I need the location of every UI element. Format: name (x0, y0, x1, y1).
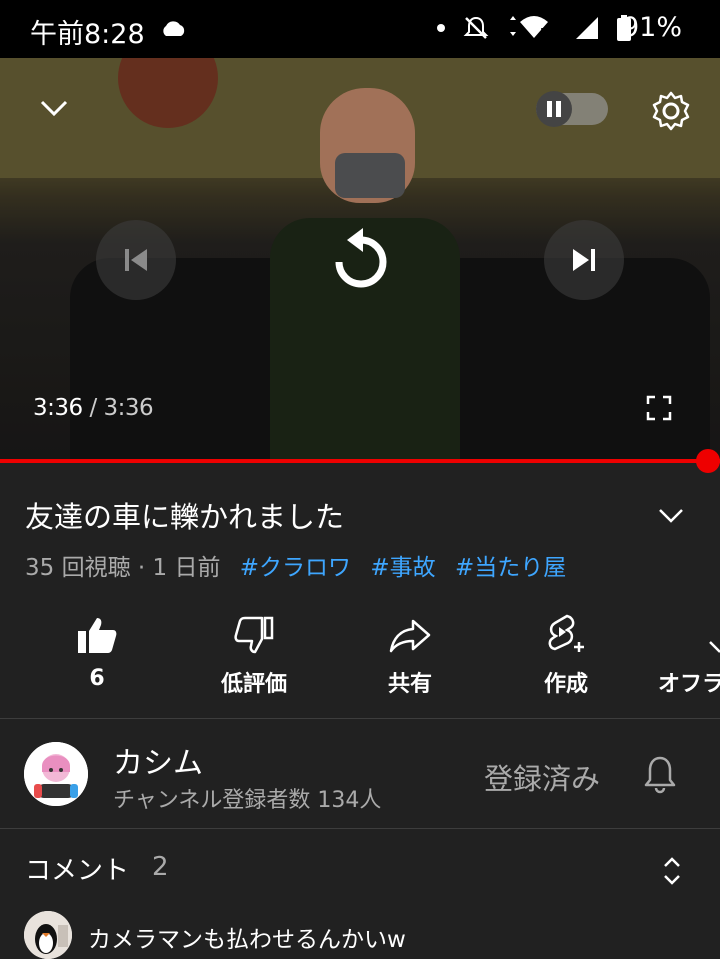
skip-next-icon (573, 249, 595, 271)
hashtag-link[interactable]: #クラロワ (240, 555, 351, 581)
skip-previous-icon (125, 249, 147, 271)
offline-button[interactable]: オフラ (658, 608, 720, 698)
comments-heading[interactable]: コメント (25, 850, 129, 887)
video-meta: 35 回視聴 · 1 日前 #クラロワ #事故 #当たり屋 (25, 548, 566, 582)
bell-icon (644, 756, 676, 794)
status-icons: 5 (436, 14, 632, 42)
comments-count: 2 (152, 852, 169, 882)
subscribed-button[interactable]: 登録済み (484, 756, 600, 798)
current-time: 3:36 (33, 395, 83, 421)
subscriber-count: チャンネル登録者数 134人 (113, 788, 382, 813)
create-label: 作成 (543, 672, 588, 697)
divider (0, 828, 720, 829)
network-badge: 5 (540, 26, 547, 39)
duration: 3:36 (103, 395, 154, 421)
like-count: 6 (89, 666, 105, 691)
video-player[interactable]: 3:36 / 3:36 (0, 58, 720, 463)
thumbs-up-icon (78, 618, 117, 653)
create-button[interactable]: 作成 (501, 608, 631, 698)
autoplay-toggle[interactable] (536, 91, 608, 127)
wifi-icon: 5 (510, 16, 548, 39)
comments-expand-button[interactable] (660, 856, 684, 890)
create-shorts-icon (548, 614, 584, 652)
bell-off-icon (463, 16, 489, 39)
channel-avatar-image (24, 742, 88, 806)
previous-button[interactable] (96, 220, 176, 300)
next-button[interactable] (544, 220, 624, 300)
dislike-button[interactable]: 低評価 (189, 608, 319, 698)
offline-label: オフラ (658, 672, 720, 697)
chevron-down-icon (659, 509, 683, 523)
chevron-down-icon (40, 100, 68, 117)
autoplay-knob (536, 91, 572, 127)
replay-icon (335, 228, 387, 288)
share-label: 共有 (387, 672, 432, 697)
time-separator: / (89, 395, 97, 421)
hashtag-link[interactable]: #当たり屋 (455, 555, 566, 581)
progress-scrubber[interactable] (696, 449, 720, 473)
dislike-label: 低評価 (220, 672, 287, 697)
settings-button[interactable] (650, 90, 692, 132)
status-bar: 午前8:28 5 91% (0, 0, 720, 58)
action-row: 6 低評価 共有 作成 オフラ (0, 608, 720, 708)
time-readout: 3:36 / 3:36 (33, 395, 154, 421)
channel-avatar[interactable] (24, 742, 88, 806)
replay-button[interactable] (316, 216, 406, 306)
thumbs-down-icon (234, 616, 274, 654)
minimize-button[interactable] (36, 96, 72, 120)
cloud-icon (163, 21, 185, 36)
battery-percent: 91% (621, 12, 682, 43)
dot-icon (437, 24, 445, 32)
gear-icon (652, 91, 690, 131)
pause-icon (547, 101, 561, 117)
video-stats: 35 回視聴 · 1 日前 (25, 555, 221, 581)
unfold-icon (664, 857, 680, 885)
comment-text: カメラマンも払わせるんかいw (88, 927, 406, 953)
status-time: 午前8:28 (30, 19, 145, 50)
divider (0, 718, 720, 719)
notification-bell-button[interactable] (642, 754, 678, 798)
fullscreen-button[interactable] (646, 395, 672, 421)
download-icon (709, 641, 720, 653)
progress-bar[interactable] (0, 459, 720, 463)
share-icon (389, 619, 431, 653)
fullscreen-icon (646, 395, 672, 421)
expand-description-button[interactable] (656, 505, 686, 529)
video-title[interactable]: 友達の車に轢かれました (25, 494, 344, 536)
share-button[interactable]: 共有 (345, 608, 475, 698)
hashtag-link[interactable]: #事故 (370, 555, 435, 581)
channel-name[interactable]: カシム (113, 738, 203, 782)
like-button[interactable]: 6 (32, 608, 162, 691)
signal-icon (576, 17, 598, 39)
